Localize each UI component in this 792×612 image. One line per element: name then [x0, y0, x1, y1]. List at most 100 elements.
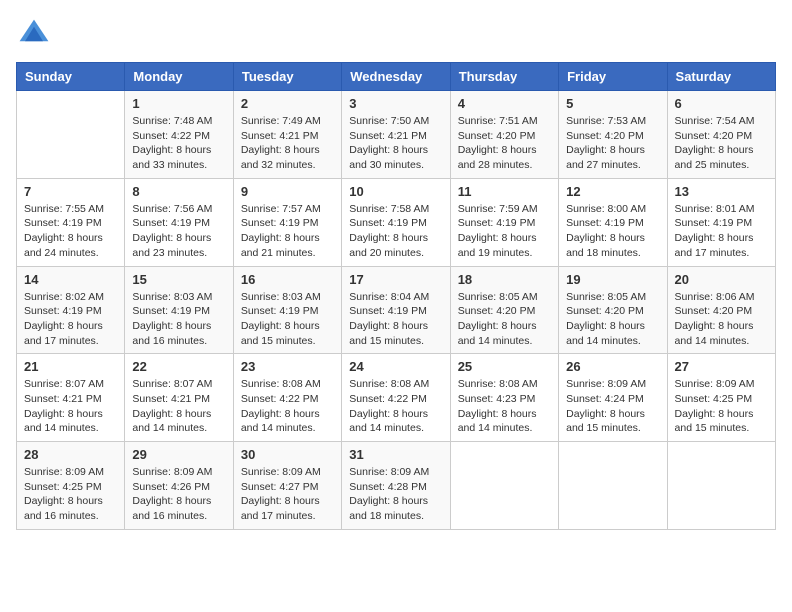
calendar-cell: 5 Sunrise: 7:53 AM Sunset: 4:20 PM Daylig… — [559, 91, 667, 179]
logo-icon — [16, 16, 52, 52]
calendar-cell: 23 Sunrise: 8:08 AM Sunset: 4:22 PM Dayli… — [233, 354, 341, 442]
day-info: Sunrise: 7:55 AM Sunset: 4:19 PM Dayligh… — [24, 202, 117, 261]
day-info: Sunrise: 8:08 AM Sunset: 4:22 PM Dayligh… — [349, 377, 442, 436]
day-info: Sunrise: 8:09 AM Sunset: 4:24 PM Dayligh… — [566, 377, 659, 436]
day-number: 13 — [675, 184, 768, 199]
day-info: Sunrise: 8:08 AM Sunset: 4:23 PM Dayligh… — [458, 377, 551, 436]
calendar-cell: 22 Sunrise: 8:07 AM Sunset: 4:21 PM Dayli… — [125, 354, 233, 442]
day-number: 29 — [132, 447, 225, 462]
calendar-cell: 10Sunrise: 7:58 AM Sunset: 4:19 PM Dayli… — [342, 178, 450, 266]
day-number: 14 — [24, 272, 117, 287]
day-info: Sunrise: 8:09 AM Sunset: 4:27 PM Dayligh… — [241, 465, 334, 524]
calendar-cell — [450, 442, 558, 530]
calendar-cell: 12Sunrise: 8:00 AM Sunset: 4:19 PM Dayli… — [559, 178, 667, 266]
day-number: 30 — [241, 447, 334, 462]
day-number: 24 — [349, 359, 442, 374]
calendar-header-row: SundayMondayTuesdayWednesdayThursdayFrid… — [17, 63, 776, 91]
day-number: 17 — [349, 272, 442, 287]
day-number: 19 — [566, 272, 659, 287]
page-header — [16, 16, 776, 52]
calendar-cell: 17 Sunrise: 8:04 AM Sunset: 4:19 PM Dayli… — [342, 266, 450, 354]
day-number: 11 — [458, 184, 551, 199]
day-info: Sunrise: 7:54 AM Sunset: 4:20 PM Dayligh… — [675, 114, 768, 173]
day-info: Sunrise: 8:06 AM Sunset: 4:20 PM Dayligh… — [675, 290, 768, 349]
day-info: Sunrise: 8:07 AM Sunset: 4:21 PM Dayligh… — [132, 377, 225, 436]
calendar-cell: 24 Sunrise: 8:08 AM Sunset: 4:22 PM Dayli… — [342, 354, 450, 442]
day-number: 18 — [458, 272, 551, 287]
calendar-cell: 15 Sunrise: 8:03 AM Sunset: 4:19 PM Dayli… — [125, 266, 233, 354]
calendar-cell: 3Sunrise: 7:50 AM Sunset: 4:21 PM Daylig… — [342, 91, 450, 179]
day-number: 28 — [24, 447, 117, 462]
calendar-cell: 8 Sunrise: 7:56 AM Sunset: 4:19 PM Daylig… — [125, 178, 233, 266]
day-info: Sunrise: 7:53 AM Sunset: 4:20 PM Dayligh… — [566, 114, 659, 173]
calendar-cell: 28 Sunrise: 8:09 AM Sunset: 4:25 PM Dayli… — [17, 442, 125, 530]
day-number: 21 — [24, 359, 117, 374]
calendar-cell — [559, 442, 667, 530]
calendar-week-row: 1 Sunrise: 7:48 AM Sunset: 4:22 PM Daylig… — [17, 91, 776, 179]
header-saturday: Saturday — [667, 63, 775, 91]
header-thursday: Thursday — [450, 63, 558, 91]
day-number: 2 — [241, 96, 334, 111]
header-monday: Monday — [125, 63, 233, 91]
day-info: Sunrise: 7:58 AM Sunset: 4:19 PM Dayligh… — [349, 202, 442, 261]
calendar-cell: 27 Sunrise: 8:09 AM Sunset: 4:25 PM Dayli… — [667, 354, 775, 442]
calendar-cell: 19 Sunrise: 8:05 AM Sunset: 4:20 PM Dayli… — [559, 266, 667, 354]
calendar-cell: 7 Sunrise: 7:55 AM Sunset: 4:19 PM Daylig… — [17, 178, 125, 266]
calendar-week-row: 21 Sunrise: 8:07 AM Sunset: 4:21 PM Dayli… — [17, 354, 776, 442]
day-number: 16 — [241, 272, 334, 287]
day-number: 5 — [566, 96, 659, 111]
day-number: 9 — [241, 184, 334, 199]
day-number: 22 — [132, 359, 225, 374]
day-info: Sunrise: 8:09 AM Sunset: 4:25 PM Dayligh… — [24, 465, 117, 524]
day-info: Sunrise: 8:02 AM Sunset: 4:19 PM Dayligh… — [24, 290, 117, 349]
day-info: Sunrise: 7:48 AM Sunset: 4:22 PM Dayligh… — [132, 114, 225, 173]
calendar-cell: 21 Sunrise: 8:07 AM Sunset: 4:21 PM Dayli… — [17, 354, 125, 442]
calendar-week-row: 28 Sunrise: 8:09 AM Sunset: 4:25 PM Dayli… — [17, 442, 776, 530]
day-number: 15 — [132, 272, 225, 287]
calendar-cell: 25 Sunrise: 8:08 AM Sunset: 4:23 PM Dayli… — [450, 354, 558, 442]
day-number: 8 — [132, 184, 225, 199]
calendar-cell: 16 Sunrise: 8:03 AM Sunset: 4:19 PM Dayli… — [233, 266, 341, 354]
day-number: 1 — [132, 96, 225, 111]
day-number: 26 — [566, 359, 659, 374]
day-info: Sunrise: 8:03 AM Sunset: 4:19 PM Dayligh… — [132, 290, 225, 349]
calendar-cell: 31 Sunrise: 8:09 AM Sunset: 4:28 PM Dayli… — [342, 442, 450, 530]
day-info: Sunrise: 8:03 AM Sunset: 4:19 PM Dayligh… — [241, 290, 334, 349]
logo — [16, 16, 58, 52]
calendar-cell: 18Sunrise: 8:05 AM Sunset: 4:20 PM Dayli… — [450, 266, 558, 354]
header-tuesday: Tuesday — [233, 63, 341, 91]
day-number: 25 — [458, 359, 551, 374]
calendar-cell: 1 Sunrise: 7:48 AM Sunset: 4:22 PM Daylig… — [125, 91, 233, 179]
calendar-cell: 4Sunrise: 7:51 AM Sunset: 4:20 PM Daylig… — [450, 91, 558, 179]
day-info: Sunrise: 8:04 AM Sunset: 4:19 PM Dayligh… — [349, 290, 442, 349]
day-info: Sunrise: 8:05 AM Sunset: 4:20 PM Dayligh… — [566, 290, 659, 349]
day-info: Sunrise: 8:09 AM Sunset: 4:26 PM Dayligh… — [132, 465, 225, 524]
day-info: Sunrise: 7:57 AM Sunset: 4:19 PM Dayligh… — [241, 202, 334, 261]
header-sunday: Sunday — [17, 63, 125, 91]
day-number: 12 — [566, 184, 659, 199]
day-info: Sunrise: 8:09 AM Sunset: 4:25 PM Dayligh… — [675, 377, 768, 436]
day-info: Sunrise: 8:08 AM Sunset: 4:22 PM Dayligh… — [241, 377, 334, 436]
day-info: Sunrise: 8:07 AM Sunset: 4:21 PM Dayligh… — [24, 377, 117, 436]
day-info: Sunrise: 7:49 AM Sunset: 4:21 PM Dayligh… — [241, 114, 334, 173]
day-info: Sunrise: 7:51 AM Sunset: 4:20 PM Dayligh… — [458, 114, 551, 173]
day-info: Sunrise: 7:50 AM Sunset: 4:21 PM Dayligh… — [349, 114, 442, 173]
day-number: 7 — [24, 184, 117, 199]
calendar-cell — [17, 91, 125, 179]
day-info: Sunrise: 8:01 AM Sunset: 4:19 PM Dayligh… — [675, 202, 768, 261]
calendar-cell: 29 Sunrise: 8:09 AM Sunset: 4:26 PM Dayli… — [125, 442, 233, 530]
calendar-table: SundayMondayTuesdayWednesdayThursdayFrid… — [16, 62, 776, 530]
calendar-cell: 6Sunrise: 7:54 AM Sunset: 4:20 PM Daylig… — [667, 91, 775, 179]
day-info: Sunrise: 8:09 AM Sunset: 4:28 PM Dayligh… — [349, 465, 442, 524]
calendar-cell: 11Sunrise: 7:59 AM Sunset: 4:19 PM Dayli… — [450, 178, 558, 266]
day-info: Sunrise: 7:56 AM Sunset: 4:19 PM Dayligh… — [132, 202, 225, 261]
calendar-cell: 2 Sunrise: 7:49 AM Sunset: 4:21 PM Daylig… — [233, 91, 341, 179]
day-number: 27 — [675, 359, 768, 374]
day-number: 23 — [241, 359, 334, 374]
calendar-cell: 13 Sunrise: 8:01 AM Sunset: 4:19 PM Dayli… — [667, 178, 775, 266]
calendar-cell: 26 Sunrise: 8:09 AM Sunset: 4:24 PM Dayli… — [559, 354, 667, 442]
calendar-cell — [667, 442, 775, 530]
calendar-cell: 14 Sunrise: 8:02 AM Sunset: 4:19 PM Dayli… — [17, 266, 125, 354]
calendar-week-row: 7 Sunrise: 7:55 AM Sunset: 4:19 PM Daylig… — [17, 178, 776, 266]
day-number: 31 — [349, 447, 442, 462]
